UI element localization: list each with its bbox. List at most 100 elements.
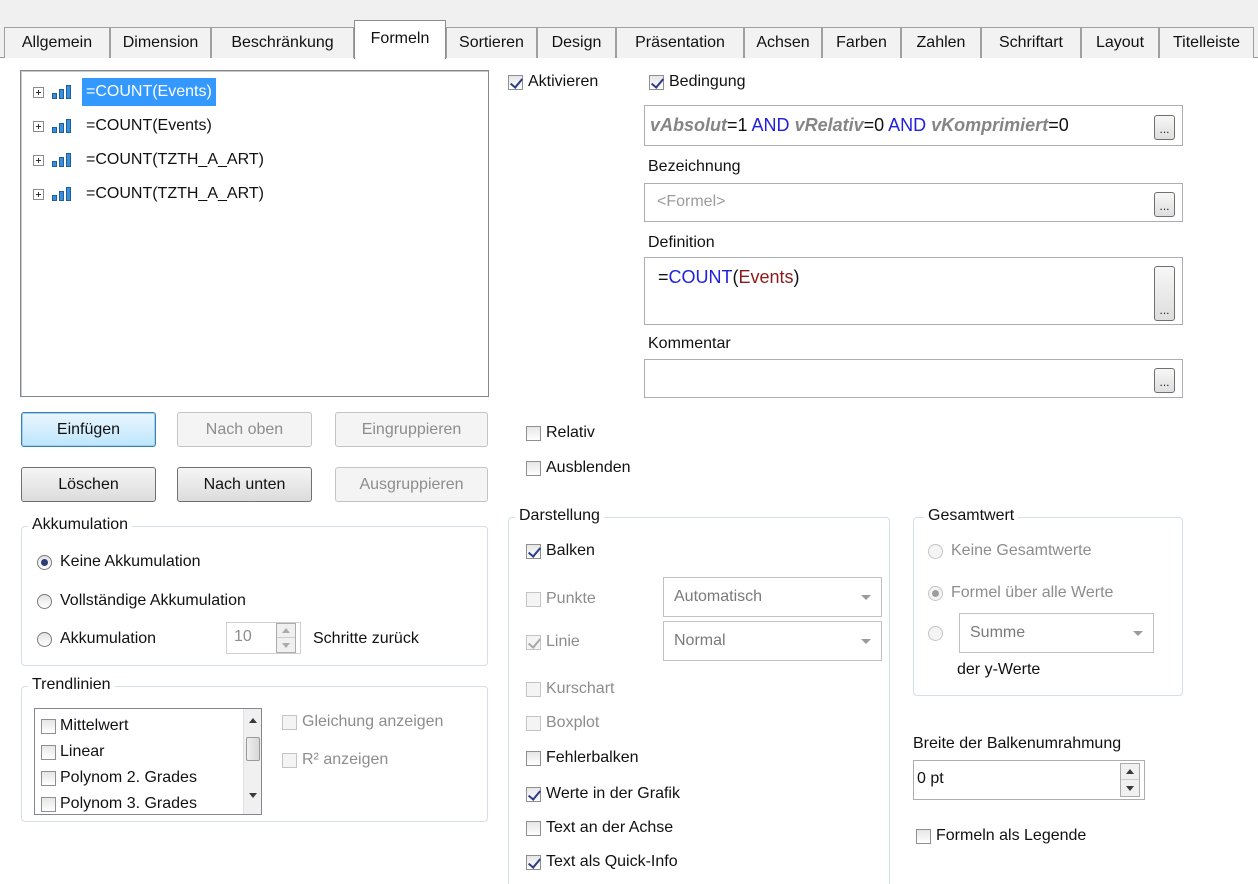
expand-icon[interactable] bbox=[33, 120, 44, 132]
tab-beschraenkung[interactable]: Beschränkung bbox=[211, 27, 354, 58]
variable-token: vKomprimiert bbox=[931, 115, 1049, 135]
trendlines-scrollbar[interactable] bbox=[243, 709, 261, 814]
hide-checkbox[interactable]: Ausblenden bbox=[526, 459, 631, 477]
expand-icon[interactable] bbox=[33, 86, 44, 98]
no-total-label: Keine Gesamtwerte bbox=[951, 542, 1092, 559]
delete-button[interactable]: Löschen bbox=[21, 467, 156, 502]
trendline-item-mittelwert[interactable]: Mittelwert bbox=[41, 717, 128, 735]
spin-down-icon[interactable] bbox=[1121, 780, 1139, 796]
operator-token: = bbox=[658, 267, 669, 287]
hide-label: Ausblenden bbox=[546, 459, 631, 476]
accumulation-steps-spinner[interactable] bbox=[276, 623, 296, 653]
values-in-chart-checkbox[interactable]: Werte in der Grafik bbox=[526, 785, 680, 803]
show-equation-label: Gleichung anzeigen bbox=[302, 713, 444, 730]
tab-achsen[interactable]: Achsen bbox=[744, 27, 822, 58]
spin-up-icon[interactable] bbox=[277, 624, 295, 638]
relative-checkbox[interactable]: Relativ bbox=[526, 424, 595, 442]
expand-icon[interactable] bbox=[33, 188, 44, 200]
condition-input[interactable]: vAbsolut=1 AND vRelativ=0 AND vKomprimie… bbox=[644, 105, 1183, 146]
bars-checkbox[interactable]: Balken bbox=[526, 542, 595, 560]
bar-border-input[interactable]: 0 pt bbox=[913, 760, 1145, 800]
tab-zahlen[interactable]: Zahlen bbox=[901, 27, 981, 58]
trendlines-list[interactable]: Mittelwert Linear Polynom 2. Grades Poly… bbox=[34, 708, 262, 815]
definition-input[interactable]: =COUNT(Events) bbox=[644, 257, 1183, 325]
checkbox-indicator bbox=[41, 770, 56, 786]
tab-praesentation[interactable]: Präsentation bbox=[616, 27, 744, 58]
comment-edit-button[interactable]: ... bbox=[1154, 368, 1175, 393]
value-token: =1 bbox=[727, 115, 752, 135]
ungroup-button[interactable]: Ausgruppieren bbox=[335, 467, 488, 502]
spin-up-icon[interactable] bbox=[1121, 764, 1139, 780]
formula-all-label: Formel über alle Werte bbox=[951, 584, 1114, 601]
formulas-as-legend-label: Formeln als Legende bbox=[936, 827, 1087, 844]
bar-border-spinner[interactable] bbox=[1120, 763, 1140, 797]
no-total-radio[interactable]: Keine Gesamtwerte bbox=[928, 542, 1092, 560]
stock-checkbox[interactable]: Kurschart bbox=[526, 680, 614, 698]
label-input[interactable]: <Formel> bbox=[644, 183, 1183, 222]
tree-item-label: =COUNT(Events) bbox=[86, 117, 212, 134]
condition-expression: vAbsolut=1 AND vRelativ=0 AND vKomprimie… bbox=[650, 115, 1069, 136]
text-on-axis-checkbox[interactable]: Text an der Achse bbox=[526, 819, 673, 837]
line-style-select[interactable]: Normal bbox=[663, 621, 882, 661]
checkbox-indicator bbox=[649, 74, 664, 90]
trendline-item-polynom2[interactable]: Polynom 2. Grades bbox=[41, 769, 197, 787]
tree-item[interactable]: =COUNT(TZTH_A_ART) bbox=[33, 179, 268, 209]
accumulation-radio[interactable]: Akkumulation bbox=[37, 630, 156, 648]
tab-formeln[interactable]: Formeln bbox=[354, 20, 446, 59]
value-token: =0 bbox=[1048, 115, 1069, 135]
radio-indicator bbox=[37, 554, 52, 570]
full-accumulation-radio[interactable]: Vollständige Akkumulation bbox=[37, 592, 246, 610]
formula-all-radio[interactable]: Formel über alle Werte bbox=[928, 584, 1113, 602]
tab-farben[interactable]: Farben bbox=[822, 27, 901, 58]
expand-icon[interactable] bbox=[33, 154, 44, 166]
group-button[interactable]: Eingruppieren bbox=[335, 412, 488, 447]
tab-allgemein[interactable]: Allgemein bbox=[4, 27, 110, 58]
tab-schriftart[interactable]: Schriftart bbox=[981, 27, 1081, 58]
show-r2-checkbox[interactable]: R² anzeigen bbox=[282, 751, 388, 769]
trendline-item-linear[interactable]: Linear bbox=[41, 743, 104, 761]
bar-border-value: 0 pt bbox=[917, 770, 944, 787]
text-as-tooltip-checkbox[interactable]: Text als Quick-Info bbox=[526, 853, 678, 871]
label-edit-button[interactable]: ... bbox=[1154, 192, 1175, 217]
boxplot-checkbox[interactable]: Boxplot bbox=[526, 714, 599, 732]
tree-item[interactable]: =COUNT(Events) bbox=[33, 77, 216, 107]
points-checkbox[interactable]: Punkte bbox=[526, 590, 596, 608]
boxplot-label: Boxplot bbox=[546, 714, 600, 731]
tree-item-label: =COUNT(TZTH_A_ART) bbox=[86, 151, 264, 168]
scroll-up-icon[interactable] bbox=[249, 718, 257, 723]
definition-edit-button[interactable]: ... bbox=[1154, 266, 1175, 321]
activate-checkbox[interactable]: Aktivieren bbox=[508, 73, 598, 91]
show-equation-checkbox[interactable]: Gleichung anzeigen bbox=[282, 713, 443, 731]
formulas-as-legend-checkbox[interactable]: Formeln als Legende bbox=[916, 827, 1086, 845]
line-checkbox[interactable]: Linie bbox=[526, 633, 580, 651]
checkbox-indicator bbox=[282, 752, 297, 768]
tab-sortieren[interactable]: Sortieren bbox=[446, 27, 537, 58]
tab-titelleiste[interactable]: Titelleiste bbox=[1159, 27, 1254, 58]
formula-tree[interactable]: =COUNT(Events) =COUNT(Events) =COUNT(TZT… bbox=[20, 70, 489, 397]
no-accumulation-radio[interactable]: Keine Akkumulation bbox=[37, 553, 201, 571]
tree-item[interactable]: =COUNT(TZTH_A_ART) bbox=[33, 145, 268, 175]
scroll-down-icon[interactable] bbox=[249, 793, 257, 798]
sum-radio[interactable] bbox=[928, 626, 951, 641]
stock-label: Kurschart bbox=[546, 680, 615, 697]
condition-edit-button[interactable]: ... bbox=[1154, 115, 1175, 140]
insert-button[interactable]: Einfügen bbox=[21, 412, 156, 447]
text-on-axis-label: Text an der Achse bbox=[546, 819, 674, 836]
tab-layout[interactable]: Layout bbox=[1081, 27, 1159, 58]
checkbox-indicator bbox=[526, 460, 541, 476]
move-down-button[interactable]: Nach unten bbox=[177, 467, 312, 502]
bar-border-title: Breite der Balkenumrahmung bbox=[913, 735, 1122, 752]
tab-design[interactable]: Design bbox=[537, 27, 616, 58]
total-function-select[interactable]: Summe bbox=[959, 613, 1154, 653]
condition-checkbox[interactable]: Bedingung bbox=[649, 73, 746, 91]
scroll-thumb[interactable] bbox=[246, 737, 260, 761]
move-up-button[interactable]: Nach oben bbox=[177, 412, 312, 447]
checkbox-indicator bbox=[41, 796, 56, 812]
errorbars-checkbox[interactable]: Fehlerbalken bbox=[526, 749, 639, 767]
spin-down-icon[interactable] bbox=[277, 638, 295, 652]
tab-dimension[interactable]: Dimension bbox=[110, 27, 211, 58]
tree-item[interactable]: =COUNT(Events) bbox=[33, 111, 216, 141]
comment-input[interactable] bbox=[644, 359, 1183, 398]
trendline-item-polynom3[interactable]: Polynom 3. Grades bbox=[41, 795, 197, 813]
points-style-select[interactable]: Automatisch bbox=[663, 577, 882, 617]
